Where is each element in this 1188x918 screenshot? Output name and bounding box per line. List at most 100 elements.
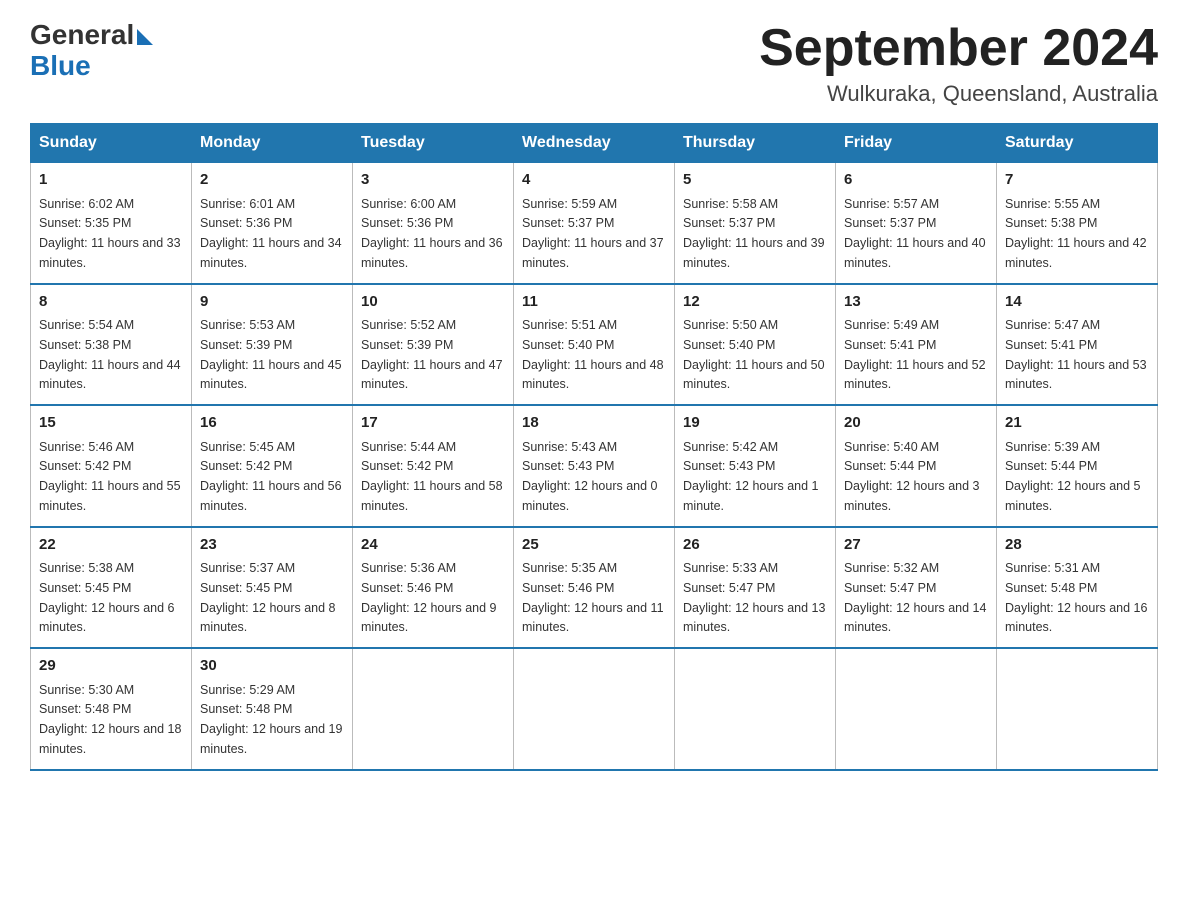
calendar-cell: 5Sunrise: 5:58 AMSunset: 5:37 PMDaylight… bbox=[675, 163, 836, 284]
calendar-cell: 26 Sunrise: 5:33 AMSunset: 5:47 PMDayligh… bbox=[675, 527, 836, 649]
day-info: Sunrise: 5:49 AMSunset: 5:41 PMDaylight:… bbox=[844, 318, 986, 391]
day-number: 17 bbox=[361, 412, 505, 435]
calendar-cell: 7 Sunrise: 5:55 AMSunset: 5:38 PMDaylight… bbox=[997, 163, 1158, 284]
day-number: 27 bbox=[844, 534, 988, 557]
calendar-cell: 2 Sunrise: 6:01 AMSunset: 5:36 PMDaylight… bbox=[192, 163, 353, 284]
day-number: 21 bbox=[1005, 412, 1149, 435]
logo-blue: Blue bbox=[30, 51, 91, 82]
day-info: Sunrise: 5:32 AMSunset: 5:47 PMDaylight:… bbox=[844, 561, 986, 634]
day-info: Sunrise: 5:57 AMSunset: 5:37 PMDaylight:… bbox=[844, 197, 986, 270]
day-info: Sunrise: 6:02 AMSunset: 5:35 PMDaylight:… bbox=[39, 197, 181, 270]
calendar-cell: 4Sunrise: 5:59 AMSunset: 5:37 PMDaylight… bbox=[514, 163, 675, 284]
calendar-cell: 29 Sunrise: 5:30 AMSunset: 5:48 PMDayligh… bbox=[31, 648, 192, 770]
day-number: 25 bbox=[522, 534, 666, 557]
day-number: 19 bbox=[683, 412, 827, 435]
day-info: Sunrise: 5:45 AMSunset: 5:42 PMDaylight:… bbox=[200, 440, 342, 513]
day-number: 28 bbox=[1005, 534, 1149, 557]
day-number: 22 bbox=[39, 534, 183, 557]
logo: General Blue bbox=[30, 20, 153, 82]
day-number: 29 bbox=[39, 655, 183, 678]
day-info: Sunrise: 5:39 AMSunset: 5:44 PMDaylight:… bbox=[1005, 440, 1141, 513]
day-number: 15 bbox=[39, 412, 183, 435]
calendar-table: SundayMondayTuesdayWednesdayThursdayFrid… bbox=[30, 123, 1158, 771]
day-number: 8 bbox=[39, 291, 183, 314]
week-row-3: 15Sunrise: 5:46 AMSunset: 5:42 PMDayligh… bbox=[31, 405, 1158, 527]
calendar-cell: 3Sunrise: 6:00 AMSunset: 5:36 PMDaylight… bbox=[353, 163, 514, 284]
day-info: Sunrise: 5:33 AMSunset: 5:47 PMDaylight:… bbox=[683, 561, 825, 634]
calendar-cell: 16 Sunrise: 5:45 AMSunset: 5:42 PMDayligh… bbox=[192, 405, 353, 527]
col-header-sunday: Sunday bbox=[31, 124, 192, 163]
day-info: Sunrise: 5:38 AMSunset: 5:45 PMDaylight:… bbox=[39, 561, 175, 634]
calendar-cell: 10Sunrise: 5:52 AMSunset: 5:39 PMDayligh… bbox=[353, 284, 514, 406]
day-number: 20 bbox=[844, 412, 988, 435]
month-title: September 2024 bbox=[759, 20, 1158, 77]
calendar-cell bbox=[997, 648, 1158, 770]
day-number: 12 bbox=[683, 291, 827, 314]
day-info: Sunrise: 6:01 AMSunset: 5:36 PMDaylight:… bbox=[200, 197, 342, 270]
col-header-wednesday: Wednesday bbox=[514, 124, 675, 163]
day-number: 4 bbox=[522, 169, 666, 192]
day-number: 16 bbox=[200, 412, 344, 435]
calendar-cell: 23Sunrise: 5:37 AMSunset: 5:45 PMDayligh… bbox=[192, 527, 353, 649]
day-info: Sunrise: 5:31 AMSunset: 5:48 PMDaylight:… bbox=[1005, 561, 1147, 634]
calendar-cell: 30Sunrise: 5:29 AMSunset: 5:48 PMDayligh… bbox=[192, 648, 353, 770]
calendar-cell: 21 Sunrise: 5:39 AMSunset: 5:44 PMDayligh… bbox=[997, 405, 1158, 527]
calendar-cell: 20 Sunrise: 5:40 AMSunset: 5:44 PMDayligh… bbox=[836, 405, 997, 527]
calendar-cell: 15Sunrise: 5:46 AMSunset: 5:42 PMDayligh… bbox=[31, 405, 192, 527]
calendar-cell: 9Sunrise: 5:53 AMSunset: 5:39 PMDaylight… bbox=[192, 284, 353, 406]
week-row-1: 1 Sunrise: 6:02 AMSunset: 5:35 PMDaylight… bbox=[31, 163, 1158, 284]
day-number: 14 bbox=[1005, 291, 1149, 314]
day-info: Sunrise: 5:51 AMSunset: 5:40 PMDaylight:… bbox=[522, 318, 664, 391]
day-info: Sunrise: 5:54 AMSunset: 5:38 PMDaylight:… bbox=[39, 318, 181, 391]
col-header-friday: Friday bbox=[836, 124, 997, 163]
day-info: Sunrise: 5:37 AMSunset: 5:45 PMDaylight:… bbox=[200, 561, 336, 634]
day-number: 10 bbox=[361, 291, 505, 314]
calendar-cell: 6 Sunrise: 5:57 AMSunset: 5:37 PMDaylight… bbox=[836, 163, 997, 284]
logo-general: General bbox=[30, 20, 134, 51]
day-info: Sunrise: 5:36 AMSunset: 5:46 PMDaylight:… bbox=[361, 561, 497, 634]
day-number: 2 bbox=[200, 169, 344, 192]
day-number: 24 bbox=[361, 534, 505, 557]
day-number: 1 bbox=[39, 169, 183, 192]
week-row-4: 22 Sunrise: 5:38 AMSunset: 5:45 PMDayligh… bbox=[31, 527, 1158, 649]
location-title: Wulkuraka, Queensland, Australia bbox=[759, 81, 1158, 107]
week-row-2: 8 Sunrise: 5:54 AMSunset: 5:38 PMDaylight… bbox=[31, 284, 1158, 406]
calendar-cell bbox=[836, 648, 997, 770]
calendar-cell: 27 Sunrise: 5:32 AMSunset: 5:47 PMDayligh… bbox=[836, 527, 997, 649]
week-row-5: 29 Sunrise: 5:30 AMSunset: 5:48 PMDayligh… bbox=[31, 648, 1158, 770]
day-info: Sunrise: 5:42 AMSunset: 5:43 PMDaylight:… bbox=[683, 440, 819, 513]
col-header-tuesday: Tuesday bbox=[353, 124, 514, 163]
day-number: 26 bbox=[683, 534, 827, 557]
calendar-cell: 11 Sunrise: 5:51 AMSunset: 5:40 PMDayligh… bbox=[514, 284, 675, 406]
day-info: Sunrise: 5:43 AMSunset: 5:43 PMDaylight:… bbox=[522, 440, 658, 513]
col-header-saturday: Saturday bbox=[997, 124, 1158, 163]
day-info: Sunrise: 5:40 AMSunset: 5:44 PMDaylight:… bbox=[844, 440, 980, 513]
calendar-cell: 22 Sunrise: 5:38 AMSunset: 5:45 PMDayligh… bbox=[31, 527, 192, 649]
day-info: Sunrise: 5:55 AMSunset: 5:38 PMDaylight:… bbox=[1005, 197, 1147, 270]
calendar-cell: 14Sunrise: 5:47 AMSunset: 5:41 PMDayligh… bbox=[997, 284, 1158, 406]
day-number: 3 bbox=[361, 169, 505, 192]
page-header: General Blue September 2024 Wulkuraka, Q… bbox=[30, 20, 1158, 107]
calendar-cell: 25Sunrise: 5:35 AMSunset: 5:46 PMDayligh… bbox=[514, 527, 675, 649]
calendar-cell: 12 Sunrise: 5:50 AMSunset: 5:40 PMDayligh… bbox=[675, 284, 836, 406]
calendar-cell bbox=[353, 648, 514, 770]
calendar-cell: 18 Sunrise: 5:43 AMSunset: 5:43 PMDayligh… bbox=[514, 405, 675, 527]
day-info: Sunrise: 5:44 AMSunset: 5:42 PMDaylight:… bbox=[361, 440, 503, 513]
day-number: 7 bbox=[1005, 169, 1149, 192]
title-block: September 2024 Wulkuraka, Queensland, Au… bbox=[759, 20, 1158, 107]
col-header-monday: Monday bbox=[192, 124, 353, 163]
day-info: Sunrise: 5:30 AMSunset: 5:48 PMDaylight:… bbox=[39, 683, 181, 756]
day-info: Sunrise: 5:29 AMSunset: 5:48 PMDaylight:… bbox=[200, 683, 342, 756]
calendar-cell: 1 Sunrise: 6:02 AMSunset: 5:35 PMDaylight… bbox=[31, 163, 192, 284]
day-number: 11 bbox=[522, 291, 666, 314]
calendar-cell: 17 Sunrise: 5:44 AMSunset: 5:42 PMDayligh… bbox=[353, 405, 514, 527]
calendar-cell: 8 Sunrise: 5:54 AMSunset: 5:38 PMDaylight… bbox=[31, 284, 192, 406]
calendar-cell: 13Sunrise: 5:49 AMSunset: 5:41 PMDayligh… bbox=[836, 284, 997, 406]
day-info: Sunrise: 5:53 AMSunset: 5:39 PMDaylight:… bbox=[200, 318, 342, 391]
day-number: 18 bbox=[522, 412, 666, 435]
day-number: 6 bbox=[844, 169, 988, 192]
day-info: Sunrise: 5:58 AMSunset: 5:37 PMDaylight:… bbox=[683, 197, 825, 270]
col-header-thursday: Thursday bbox=[675, 124, 836, 163]
calendar-cell bbox=[514, 648, 675, 770]
day-info: Sunrise: 5:50 AMSunset: 5:40 PMDaylight:… bbox=[683, 318, 825, 391]
